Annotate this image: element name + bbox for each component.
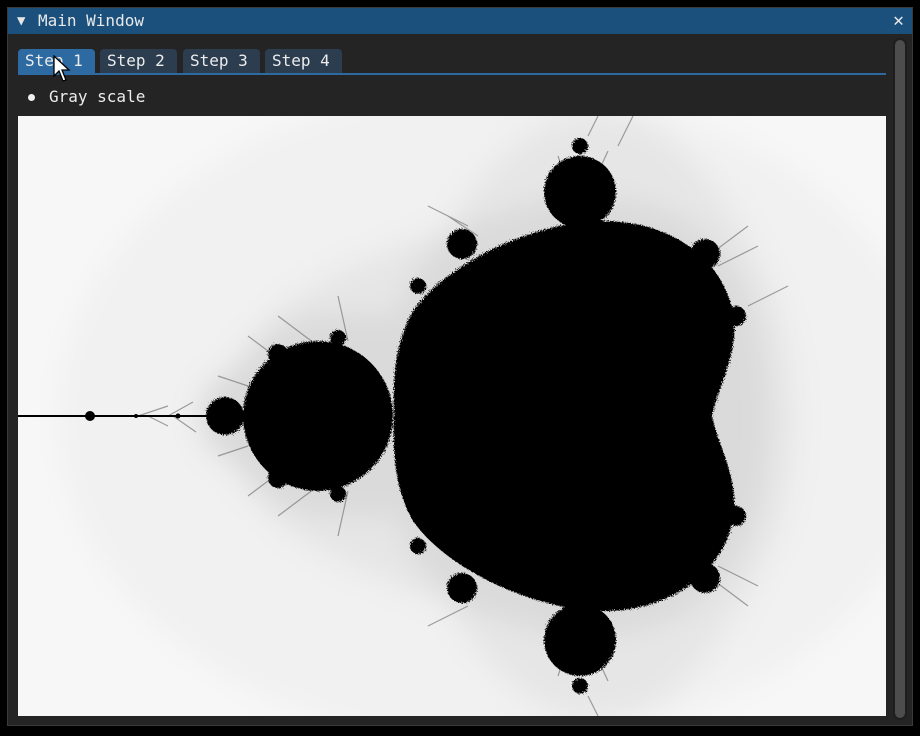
triangle-down-icon[interactable]: ▼ (17, 13, 25, 29)
tab-step-4[interactable]: Step 4 (265, 49, 342, 73)
fractal-canvas[interactable] (18, 116, 886, 716)
tab-bar: Step 1 Step 2 Step 3 Step 4 (18, 49, 886, 73)
scrollbar-thumb[interactable] (895, 40, 905, 718)
tab-step-3[interactable]: Step 3 (183, 49, 260, 73)
tab-step-2[interactable]: Step 2 (100, 49, 177, 73)
tab-underline (18, 73, 886, 75)
main-window: ▼ Main Window ✕ Step 1 Step 2 Step 3 Ste… (7, 7, 913, 726)
window-titlebar[interactable]: ▼ Main Window ✕ (8, 8, 912, 34)
mandelbrot-image (18, 116, 886, 716)
radio-bullet-icon (28, 93, 35, 101)
gray-scale-label: Gray scale (49, 87, 146, 106)
gray-scale-radio[interactable]: Gray scale (28, 86, 145, 108)
tab-step-1[interactable]: Step 1 (18, 49, 95, 73)
close-icon[interactable]: ✕ (893, 11, 904, 31)
vertical-scrollbar[interactable] (893, 38, 907, 720)
window-title: Main Window (38, 11, 144, 30)
